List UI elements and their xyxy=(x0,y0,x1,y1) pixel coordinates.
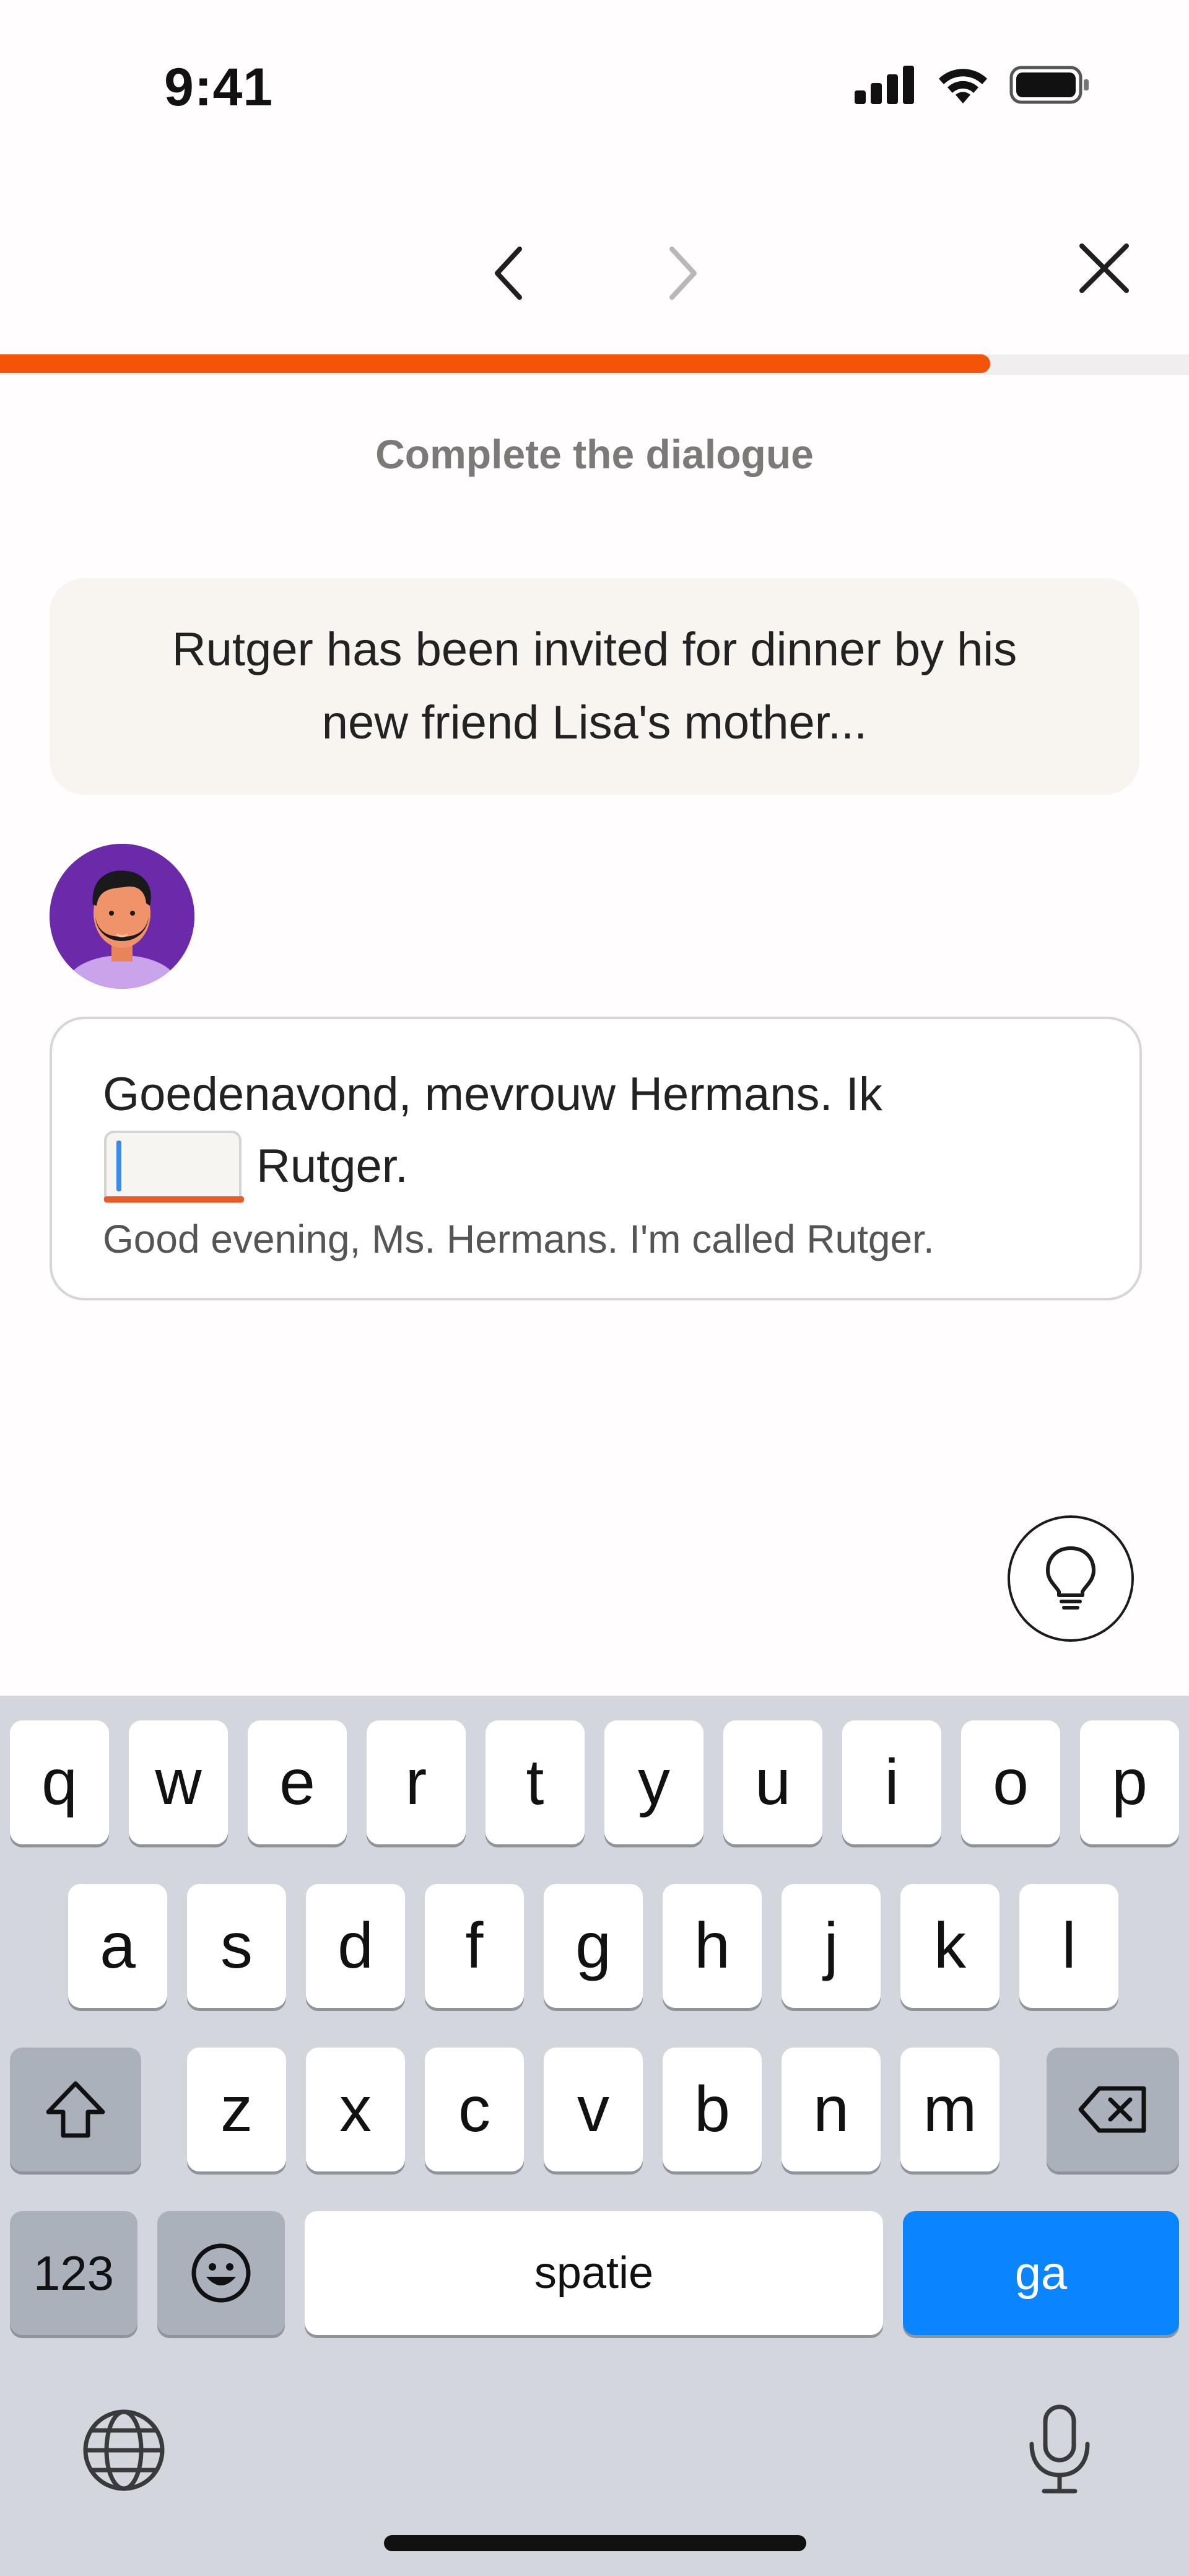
key-o[interactable]: o xyxy=(961,1720,1060,1844)
microphone-icon xyxy=(1029,2404,1090,2494)
key-f[interactable]: f xyxy=(425,1884,524,2008)
cellular-signal-icon xyxy=(855,66,914,104)
globe-button[interactable] xyxy=(81,2407,167,2497)
speaker-avatar-icon xyxy=(50,844,194,989)
home-indicator xyxy=(384,2535,806,2551)
key-g[interactable]: g xyxy=(544,1884,643,2008)
key-q[interactable]: q xyxy=(10,1720,109,1844)
context-card: Rutger has been invited for dinner by hi… xyxy=(50,578,1139,795)
dialogue-card: Goedenavond, mevrouw Hermans. Ik Rutger.… xyxy=(50,1017,1142,1300)
close-button[interactable] xyxy=(1058,222,1151,315)
key-u[interactable]: u xyxy=(723,1720,822,1844)
progress-bar xyxy=(0,354,991,373)
dictation-button[interactable] xyxy=(1026,2403,1094,2499)
key-a[interactable]: a xyxy=(68,1884,167,2008)
key-k[interactable]: k xyxy=(900,1884,1000,2008)
dialogue-line-prefix: Goedenavond, mevrouw Hermans. Ik xyxy=(103,1068,882,1121)
dialogue-translation: Good evening, Ms. Hermans. I'm called Ru… xyxy=(103,1217,934,1261)
answer-blank-input[interactable] xyxy=(104,1131,242,1200)
key-z[interactable]: z xyxy=(187,2048,286,2171)
go-key[interactable]: ga xyxy=(903,2211,1179,2335)
context-text: Rutger has been invited for dinner by hi… xyxy=(172,623,1017,749)
key-s[interactable]: s xyxy=(187,1884,286,2008)
key-l[interactable]: l xyxy=(1019,1884,1118,2008)
key-j[interactable]: j xyxy=(782,1884,881,2008)
globe-icon xyxy=(83,2409,165,2491)
key-r[interactable]: r xyxy=(367,1720,466,1844)
emoji-icon xyxy=(191,2243,251,2303)
key-x[interactable]: x xyxy=(306,2048,405,2171)
lightbulb-icon xyxy=(1046,1546,1095,1610)
close-icon xyxy=(1079,243,1129,293)
emoji-key[interactable] xyxy=(157,2211,285,2335)
answer-blank-underline xyxy=(104,1196,244,1203)
status-time: 9:41 xyxy=(164,58,274,117)
key-d[interactable]: d xyxy=(306,1884,405,2008)
status-icons xyxy=(855,65,1090,105)
key-y[interactable]: y xyxy=(604,1720,703,1844)
previous-button[interactable] xyxy=(463,227,556,320)
chevron-left-icon xyxy=(495,247,522,300)
key-v[interactable]: v xyxy=(544,2048,643,2171)
shift-key[interactable] xyxy=(10,2048,141,2171)
key-w[interactable]: w xyxy=(129,1720,228,1844)
wifi-icon xyxy=(939,69,987,103)
key-m[interactable]: m xyxy=(900,2048,1000,2171)
text-cursor xyxy=(116,1141,121,1191)
keyboard: q w e r t y u i o p a s d f g h j k l z … xyxy=(0,1696,1189,2576)
key-t[interactable]: t xyxy=(486,1720,585,1844)
key-b[interactable]: b xyxy=(663,2048,762,2171)
next-button[interactable] xyxy=(635,227,728,320)
header-divider xyxy=(0,373,1189,375)
avatar xyxy=(50,844,194,989)
key-p[interactable]: p xyxy=(1080,1720,1179,1844)
key-e[interactable]: e xyxy=(248,1720,347,1844)
exercise-instruction: Complete the dialogue xyxy=(375,431,814,477)
backspace-icon xyxy=(1078,2086,1146,2133)
key-n[interactable]: n xyxy=(782,2048,881,2171)
backspace-key[interactable] xyxy=(1047,2048,1179,2171)
numbers-key[interactable]: 123 xyxy=(10,2211,137,2335)
chevron-right-icon xyxy=(669,247,697,300)
key-c[interactable]: c xyxy=(425,2048,524,2171)
key-h[interactable]: h xyxy=(663,1884,762,2008)
dialogue-line-suffix: Rutger. xyxy=(256,1140,409,1193)
battery-icon xyxy=(1009,66,1089,104)
space-key[interactable]: spatie xyxy=(305,2211,883,2335)
hint-button[interactable] xyxy=(1008,1515,1134,1642)
shift-icon xyxy=(46,2081,105,2138)
key-i[interactable]: i xyxy=(842,1720,941,1844)
